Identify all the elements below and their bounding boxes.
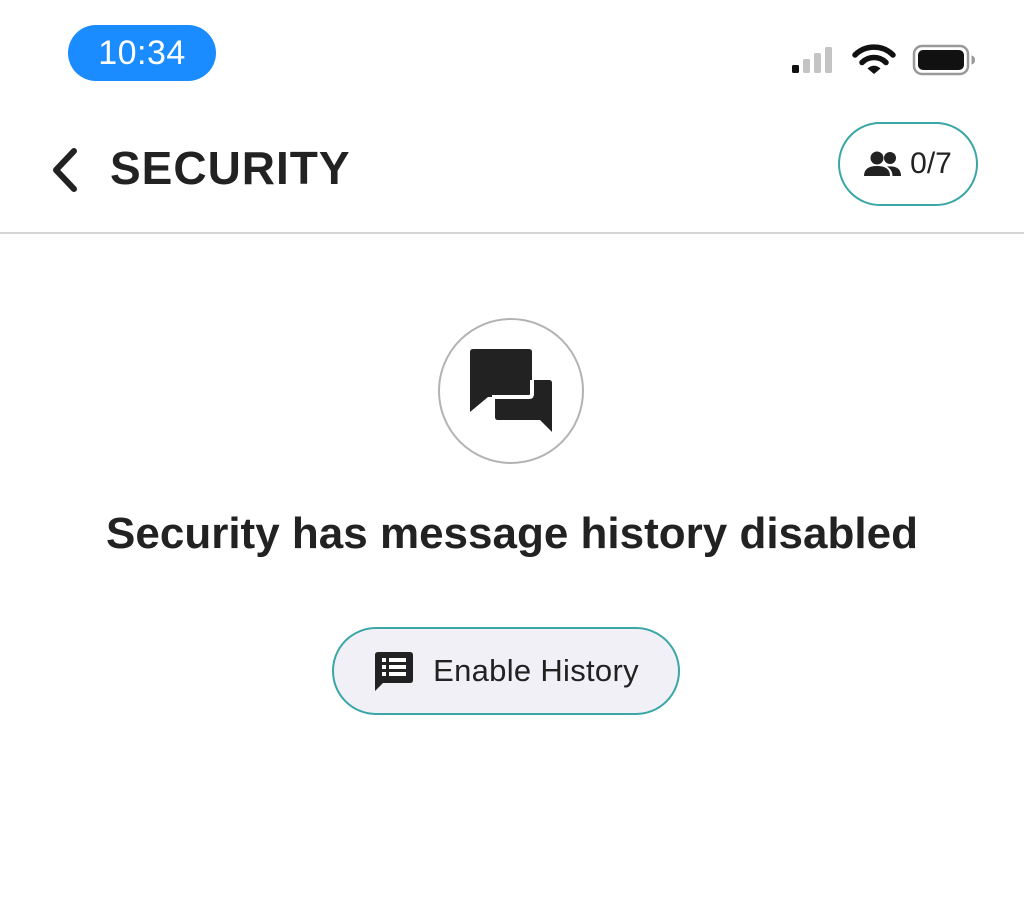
- chat-icon-circle: [438, 318, 584, 464]
- list-message-icon: [375, 652, 414, 691]
- history-disabled-message: Security has message history disabled: [106, 509, 918, 558]
- members-count: 0/7: [910, 147, 952, 180]
- back-button[interactable]: [40, 140, 90, 200]
- chat-bubbles-icon: [470, 349, 552, 432]
- app-screen: 10:34 SECURITY 0/7 Security has message …: [0, 0, 1024, 900]
- status-icons: [790, 40, 976, 80]
- wifi-icon: [852, 44, 896, 74]
- chevron-left-icon: [53, 148, 77, 192]
- signal-icon: [792, 47, 832, 73]
- page-title: SECURITY: [110, 142, 351, 194]
- members-button[interactable]: 0/7: [838, 122, 978, 206]
- enable-history-button[interactable]: Enable History: [332, 627, 680, 715]
- header-bar: SECURITY 0/7: [0, 110, 1024, 234]
- status-time[interactable]: 10:34: [68, 25, 216, 81]
- main-content: Security has message history disabled En…: [0, 234, 1024, 900]
- enable-history-label: Enable History: [433, 653, 639, 688]
- status-bar: 10:34: [0, 0, 1024, 110]
- battery-icon: [912, 44, 975, 76]
- people-icon: [864, 151, 902, 176]
